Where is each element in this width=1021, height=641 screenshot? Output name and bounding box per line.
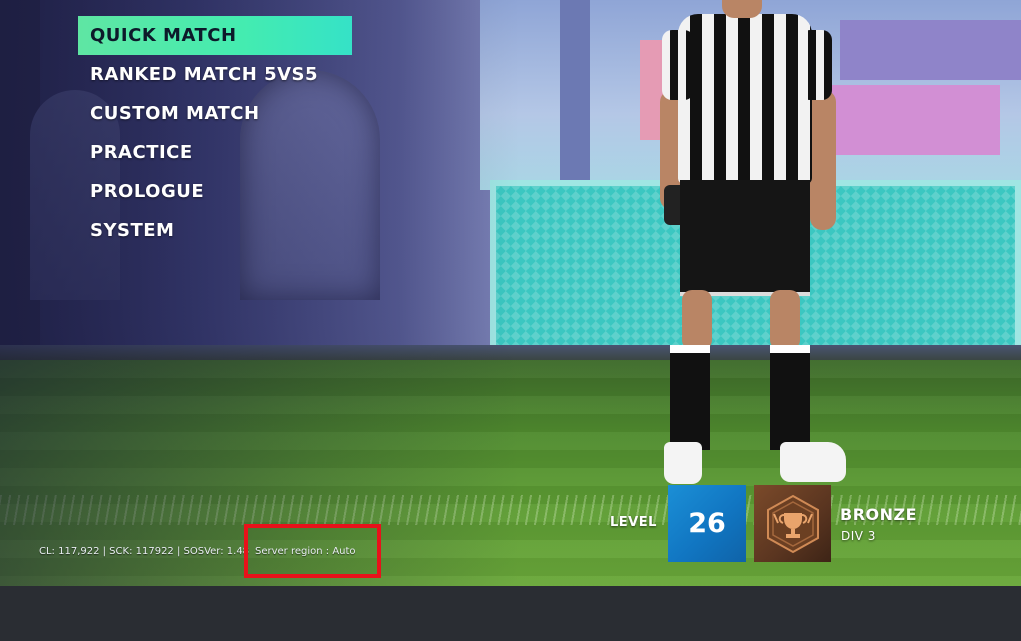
player-sock [670,345,710,450]
building [560,0,590,190]
player-character [650,0,850,490]
level-label: LEVEL [610,515,657,530]
bottom-bar [0,586,1021,641]
level-badge: 26 [668,485,746,562]
player-leg [682,290,712,350]
build-version-info: CL: 117,922 | SCK: 117922 | SOSVer: 1.48 [39,546,250,557]
player-sleeve [662,30,694,100]
rank-division: DIV 3 [841,529,876,543]
player-shorts [680,180,810,296]
menu-item-quick-match[interactable]: QUICK MATCH [78,16,352,55]
game-main-menu-screen: QUICK MATCH RANKED MATCH 5VS5 CUSTOM MAT… [0,0,1021,641]
menu-item-practice[interactable]: PRACTICE [78,133,352,172]
menu-item-custom-match[interactable]: CUSTOM MATCH [78,94,352,133]
player-arm [810,90,836,230]
rank-name: BRONZE [840,505,918,524]
player-boot [664,442,702,484]
menu-item-system[interactable]: SYSTEM [78,211,352,250]
rank-badge [754,485,831,562]
main-menu: QUICK MATCH RANKED MATCH 5VS5 CUSTOM MAT… [78,16,352,250]
level-value: 26 [688,508,726,539]
menu-item-ranked-match[interactable]: RANKED MATCH 5VS5 [78,55,352,94]
player-head [722,0,762,18]
building [840,20,1021,80]
player-leg [770,290,800,350]
player-boot [780,442,846,482]
player-sleeve [800,30,832,100]
player-jersey [678,14,812,184]
player-sock [770,345,810,450]
trophy-emblem-icon [766,494,819,553]
annotation-highlight-box [244,524,381,578]
menu-item-prologue[interactable]: PROLOGUE [78,172,352,211]
